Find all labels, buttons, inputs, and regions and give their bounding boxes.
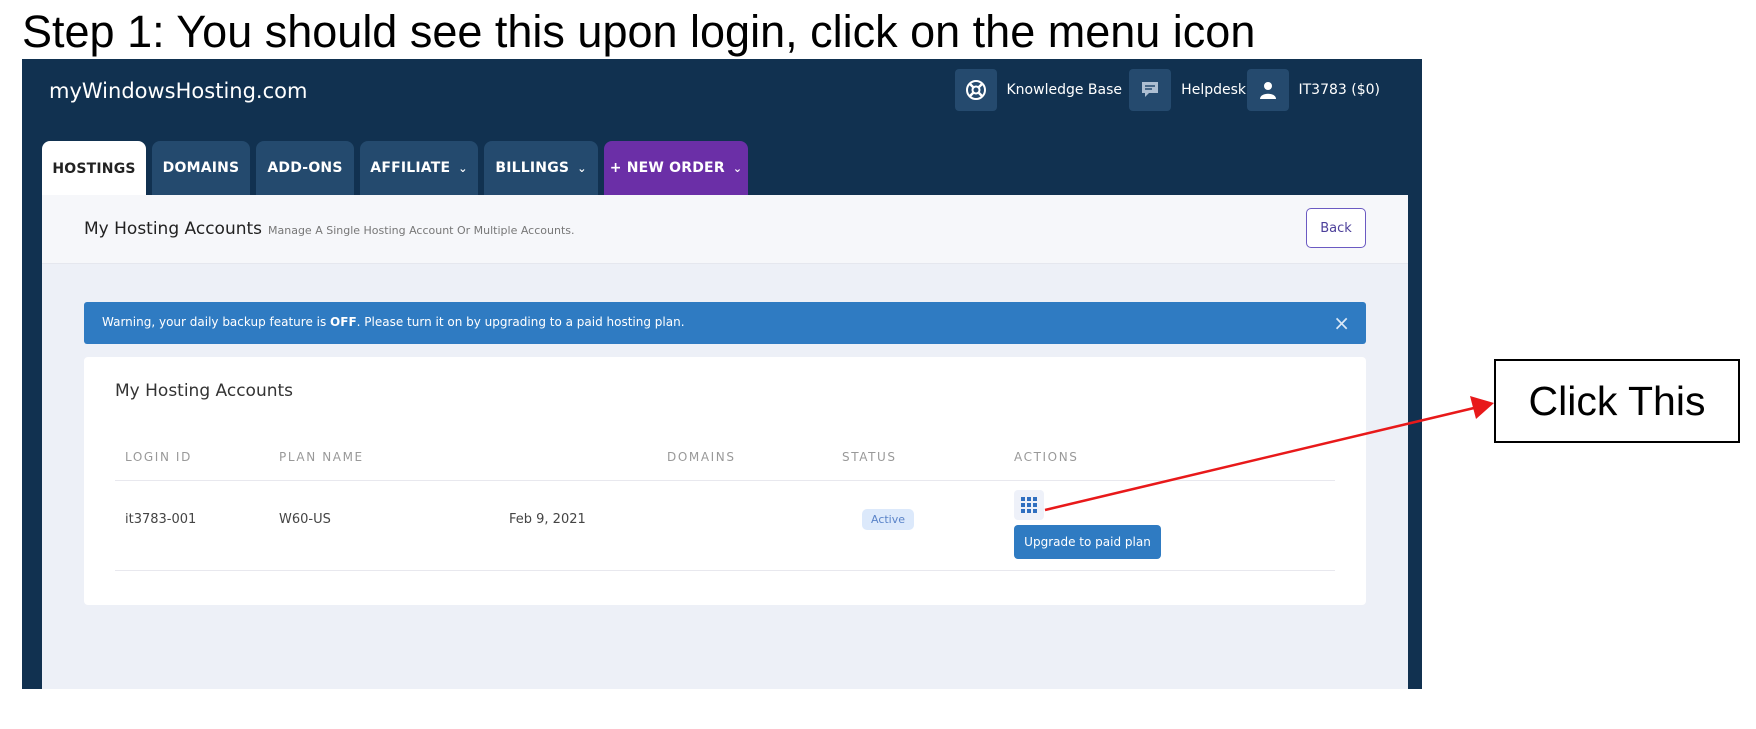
annotation-arrow [1044,396,1494,512]
